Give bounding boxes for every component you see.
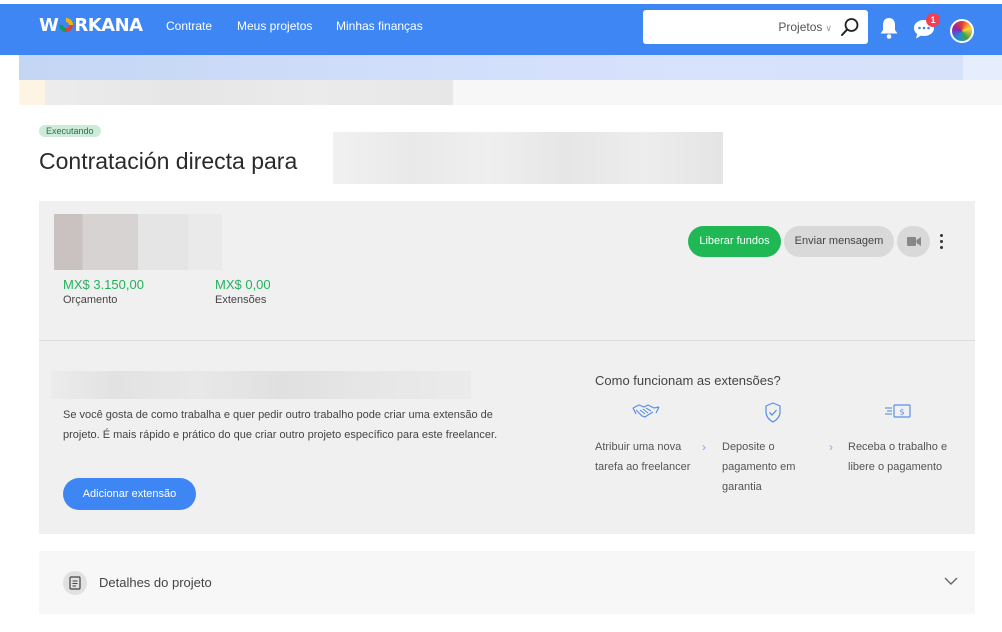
bell-icon[interactable]	[878, 16, 900, 40]
svg-text:$: $	[899, 408, 904, 417]
how-step-3: Receba o trabalho e libere o pagamento	[848, 441, 948, 473]
logo-text-end: RKANA	[74, 15, 143, 36]
status-badge: Executando	[39, 125, 101, 137]
chevron-right-icon: ›	[829, 440, 833, 454]
nav-link-minhas-financas[interactable]: Minhas finanças	[336, 18, 423, 34]
chevron-right-icon: ›	[702, 440, 706, 454]
handshake-icon	[632, 404, 660, 418]
extension-heading-redacted	[51, 371, 471, 399]
logo-text-start: W	[39, 15, 59, 36]
document-icon	[63, 571, 87, 595]
extensions-value: MX$ 0,00	[215, 277, 271, 292]
notification-badge: 1	[926, 13, 940, 27]
video-call-button[interactable]	[897, 226, 930, 257]
search-input[interactable]	[651, 17, 761, 37]
extensions-label: Extensões	[215, 294, 267, 306]
search-scope-label: Projetos	[778, 20, 823, 34]
banner-redacted-block	[19, 80, 45, 105]
banner-redacted-block	[45, 80, 453, 105]
video-camera-icon	[907, 237, 921, 246]
workana-logo[interactable]: W RKANA	[39, 16, 143, 36]
nav-link-contrate[interactable]: Contrate	[166, 18, 212, 34]
chevron-down-icon: ∨	[825, 23, 832, 33]
freelancer-redacted	[54, 214, 222, 270]
nav-link-meus-projetos[interactable]: Meus projetos	[237, 18, 312, 34]
project-details-label: Detalhes do projeto	[99, 575, 212, 590]
user-avatar[interactable]	[950, 19, 974, 43]
page-title: Contratación directa para	[39, 148, 298, 174]
banner-redacted-edge	[963, 55, 1002, 80]
how-step-1: Atribuir uma nova tarefa ao freelancer	[595, 441, 691, 473]
logo-o-mark	[59, 18, 74, 32]
money-transfer-icon: $	[885, 404, 911, 418]
more-options-icon[interactable]	[934, 231, 948, 253]
extension-description: Se você gosta de como trabalha e quer pe…	[63, 409, 498, 441]
how-step-2: Deposite o pagamento em garantia	[722, 441, 796, 493]
search-box[interactable]: Projetos ∨	[643, 10, 868, 44]
card-divider	[39, 340, 975, 341]
banner-redacted	[19, 55, 963, 80]
title-redacted	[333, 132, 723, 184]
chevron-down-icon[interactable]	[943, 576, 959, 586]
search-scope-select[interactable]: Projetos ∨	[778, 19, 832, 36]
send-message-button[interactable]: Enviar mensagem	[784, 226, 894, 257]
search-icon[interactable]	[840, 17, 860, 37]
budget-value: MX$ 3.150,00	[63, 277, 144, 292]
shield-check-icon	[765, 402, 781, 423]
add-extension-button[interactable]: Adicionar extensão	[63, 478, 196, 510]
budget-label: Orçamento	[63, 294, 118, 306]
banner-redacted-secondary	[19, 80, 1002, 105]
release-funds-button[interactable]: Liberar fundos	[688, 226, 781, 257]
how-extensions-title: Como funcionam as extensões?	[595, 373, 781, 388]
